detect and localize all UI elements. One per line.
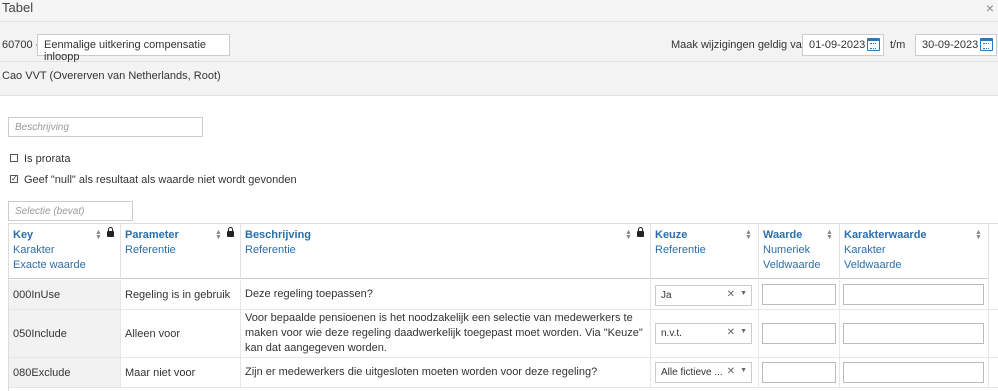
inheritance-bar: Cao VVT (Overerven van Netherlands, Root… <box>0 62 998 96</box>
table-name-field[interactable]: Eenmalige uitkering compensatie inloopp <box>37 34 230 63</box>
column-subtitle: Karakter <box>13 244 55 256</box>
table-row[interactable]: 080Exclude Maar niet voor Zijn er medewe… <box>9 358 998 388</box>
date-to-value: 30-09-2023 <box>922 39 979 51</box>
close-icon[interactable]: × <box>986 0 994 16</box>
character-value-input[interactable] <box>843 323 984 344</box>
sort-icon[interactable]: ▲ ▼ <box>625 229 632 241</box>
description-input[interactable]: Beschrijving <box>8 117 203 137</box>
sort-icon[interactable]: ▲ ▼ <box>95 229 102 241</box>
parameter-table: Key Karakter Exacte waarde ▲ ▼ Parameter … <box>8 223 998 391</box>
column-subtitle: Veldwaarde <box>763 259 821 271</box>
window-titlebar: Tabel × <box>0 0 998 22</box>
value-cell <box>759 280 840 309</box>
value-cell <box>759 358 840 387</box>
choice-select-value: Ja <box>661 290 672 301</box>
date-from-value: 01-09-2023 <box>809 39 866 51</box>
selection-filter-input[interactable]: Selectie (bevat) <box>8 201 133 221</box>
choice-select[interactable]: Ja ✕ ▼ <box>655 285 752 306</box>
value-cell <box>759 310 840 357</box>
value-input[interactable] <box>762 323 836 344</box>
table-row[interactable]: 050Include Alleen voor Voor bepaalde pen… <box>9 310 998 358</box>
sort-icon[interactable]: ▲ ▼ <box>826 229 833 241</box>
chevron-down-icon[interactable]: ▼ <box>740 328 747 335</box>
column-title: Waarde <box>763 229 803 241</box>
column-title: Keuze <box>655 229 688 241</box>
description-cell: Zijn er medewerkers die uitgesloten moet… <box>241 358 651 387</box>
null-result-checkbox[interactable]: ✓ <box>10 175 18 184</box>
sort-icon[interactable]: ▲ ▼ <box>975 229 982 241</box>
null-result-checkbox-row[interactable]: ✓ Geef "null" als resultaat als waarde ni… <box>10 174 297 186</box>
column-header-value[interactable]: Waarde Numeriek Veldwaarde ▲ ▼ <box>759 224 840 279</box>
description-cell: Voor bepaalde pensioenen is het noodzake… <box>241 310 651 357</box>
column-header-choice[interactable]: Keuze Referentie ▲ ▼ <box>651 224 759 279</box>
calendar-icon[interactable] <box>867 38 880 51</box>
column-subtitle: Numeriek <box>763 244 811 256</box>
parameter-cell: Maar niet voor <box>121 358 241 387</box>
column-title: Karakterwaarde <box>844 229 927 241</box>
prorata-label: Is prorata <box>24 153 71 165</box>
date-range-separator: t/m <box>890 39 906 51</box>
parameter-cell: Alleen voor <box>121 310 241 357</box>
value-input[interactable] <box>762 362 836 383</box>
valid-from-label: Maak wijzigingen geldig van <box>671 39 808 51</box>
key-cell: 000InUse <box>9 280 121 309</box>
character-value-input[interactable] <box>843 362 984 383</box>
clear-icon[interactable]: ✕ <box>727 366 735 377</box>
column-subtitle: Referentie <box>245 244 296 256</box>
lock-icon <box>107 227 114 237</box>
table-row[interactable]: 000InUse Regeling is in gebruik Deze reg… <box>9 280 998 310</box>
character-value-input[interactable] <box>843 284 984 305</box>
column-subtitle: Veldwaarde <box>844 259 902 271</box>
clear-icon[interactable]: ✕ <box>727 289 735 300</box>
table-code: 60700 - <box>2 39 40 51</box>
choice-cell: Ja ✕ ▼ <box>651 280 759 309</box>
character-value-cell <box>840 280 989 309</box>
column-header-key[interactable]: Key Karakter Exacte waarde ▲ ▼ <box>9 224 121 279</box>
parameter-cell: Regeling is in gebruik <box>121 280 241 309</box>
key-cell: 080Exclude <box>9 358 121 387</box>
null-result-label: Geef "null" als resultaat als waarde nie… <box>24 174 297 186</box>
chevron-down-icon[interactable]: ▼ <box>740 367 747 374</box>
choice-select-value: n.v.t. <box>661 328 682 339</box>
prorata-checkbox-row[interactable]: Is prorata <box>10 153 70 165</box>
column-subtitle: Referentie <box>655 244 706 256</box>
lock-icon <box>227 227 234 237</box>
date-from-field[interactable]: 01-09-2023 <box>802 34 884 56</box>
column-subtitle: Referentie <box>125 244 176 256</box>
choice-select-value: Alle fictieve ... <box>661 367 723 378</box>
sort-icon[interactable]: ▲ ▼ <box>745 229 752 241</box>
column-header-description[interactable]: Beschrijving Referentie ▲ ▼ <box>241 224 651 279</box>
inheritance-text: Cao VVT (Overerven van Netherlands, Root… <box>2 70 221 82</box>
choice-cell: n.v.t. ✕ ▼ <box>651 310 759 357</box>
column-header-parameter[interactable]: Parameter Referentie ▲ ▼ <box>121 224 241 279</box>
choice-cell: Alle fictieve ... ✕ ▼ <box>651 358 759 387</box>
calendar-icon[interactable] <box>980 38 993 51</box>
lock-icon <box>637 227 644 237</box>
character-value-cell <box>840 358 989 387</box>
choice-select[interactable]: n.v.t. ✕ ▼ <box>655 323 752 344</box>
prorata-checkbox[interactable] <box>10 154 18 163</box>
column-title: Beschrijving <box>245 229 312 241</box>
column-header-character-value[interactable]: Karakterwaarde Karakter Veldwaarde ▲ ▼ <box>840 224 989 279</box>
clear-icon[interactable]: ✕ <box>727 327 735 338</box>
value-input[interactable] <box>762 284 836 305</box>
window-title: Tabel <box>2 0 34 15</box>
description-cell: Deze regeling toepassen? <box>241 280 651 309</box>
choice-select[interactable]: Alle fictieve ... ✕ ▼ <box>655 362 752 383</box>
column-subtitle: Karakter <box>844 244 886 256</box>
chevron-down-icon[interactable]: ▼ <box>740 290 747 297</box>
table-header-bar: 60700 - Eenmalige uitkering compensatie … <box>0 22 998 63</box>
key-cell: 050Include <box>9 310 121 357</box>
character-value-cell <box>840 310 989 357</box>
sort-icon[interactable]: ▲ ▼ <box>215 229 222 241</box>
column-subtitle: Exacte waarde <box>13 259 86 271</box>
date-to-field[interactable]: 30-09-2023 <box>915 34 997 56</box>
